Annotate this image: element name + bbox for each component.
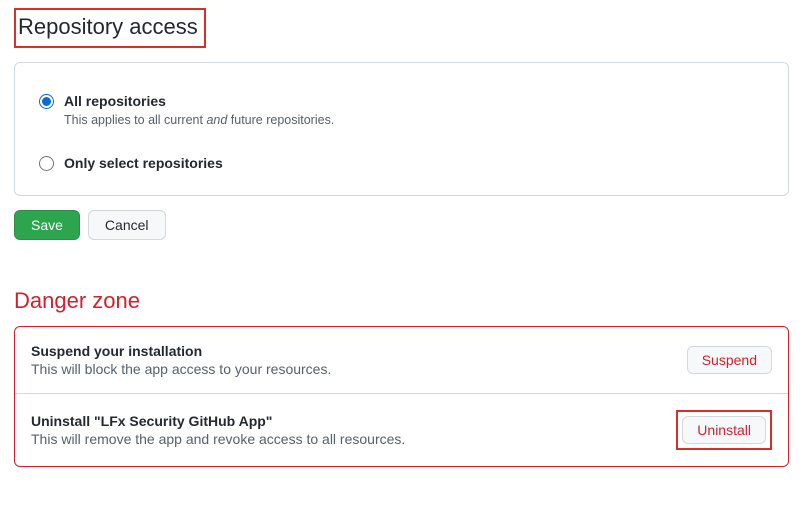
radio-select-label[interactable]: Only select repositories [64, 155, 223, 171]
danger-uninstall-row: Uninstall "LFx Security GitHub App" This… [15, 394, 788, 466]
radio-all-group: All repositories This applies to all cur… [39, 93, 764, 127]
actions-row: Save Cancel [14, 210, 789, 240]
danger-uninstall-title: Uninstall "LFx Security GitHub App" [31, 413, 676, 429]
radio-all-repositories[interactable] [39, 94, 54, 109]
danger-zone-box: Suspend your installation This will bloc… [14, 326, 789, 467]
repo-access-box: All repositories This applies to all cur… [14, 62, 789, 196]
cancel-button[interactable]: Cancel [88, 210, 166, 240]
radio-select-repositories[interactable] [39, 156, 54, 171]
danger-suspend-desc: This will block the app access to your r… [31, 361, 687, 377]
repo-access-heading: Repository access [14, 8, 206, 48]
danger-suspend-row: Suspend your installation This will bloc… [15, 327, 788, 394]
danger-suspend-info: Suspend your installation This will bloc… [31, 343, 687, 377]
radio-select-group: Only select repositories [39, 155, 764, 171]
radio-all-label[interactable]: All repositories [64, 93, 166, 109]
save-button[interactable]: Save [14, 210, 80, 240]
danger-zone-heading: Danger zone [14, 288, 789, 314]
danger-uninstall-desc: This will remove the app and revoke acce… [31, 431, 676, 447]
uninstall-highlight: Uninstall [676, 410, 772, 450]
radio-all-desc: This applies to all current and future r… [64, 113, 764, 127]
suspend-button[interactable]: Suspend [687, 346, 772, 374]
uninstall-button[interactable]: Uninstall [682, 416, 766, 444]
danger-suspend-title: Suspend your installation [31, 343, 687, 359]
danger-uninstall-info: Uninstall "LFx Security GitHub App" This… [31, 413, 676, 447]
